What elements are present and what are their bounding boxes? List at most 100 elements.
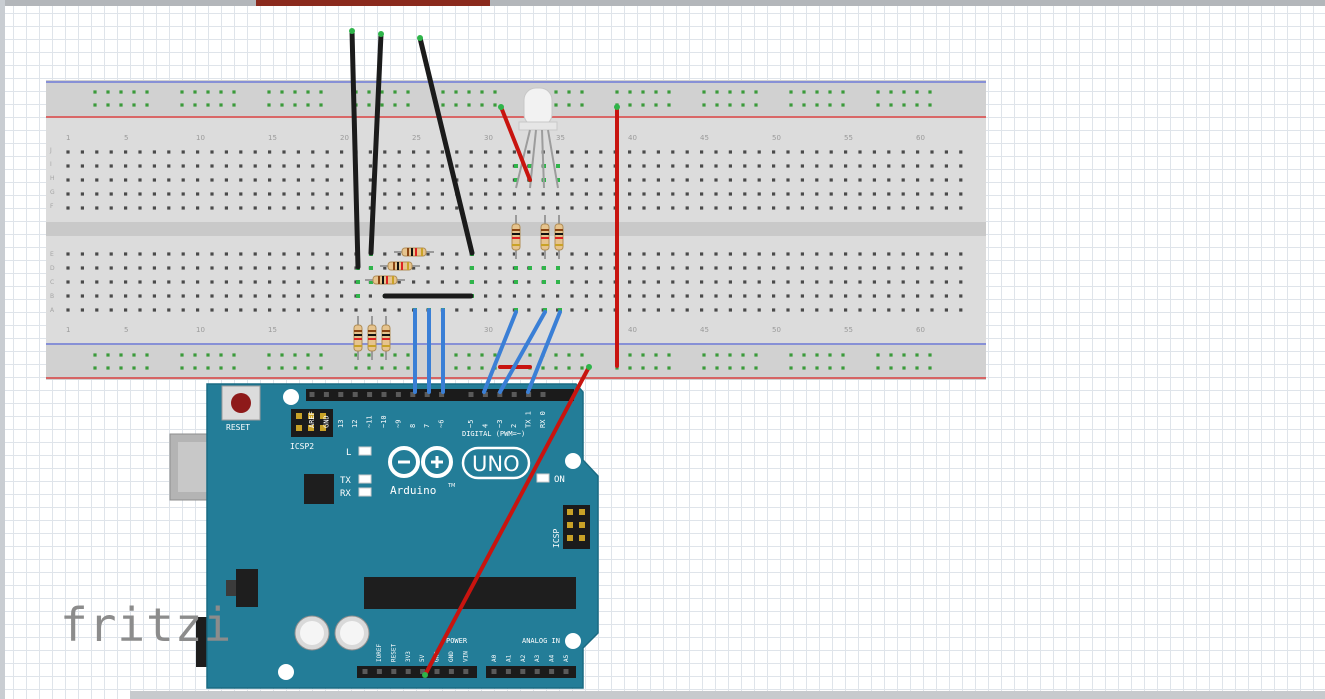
rail-hole [789, 353, 793, 357]
breadboard-hole [570, 294, 574, 298]
breadboard-hole [484, 150, 488, 154]
breadboard-hole [656, 266, 660, 270]
power-pin[interactable] [434, 669, 440, 674]
breadboard-hole [642, 308, 646, 312]
power-pin[interactable] [448, 669, 454, 674]
rail-hole [567, 366, 571, 370]
breadboard-hole [469, 192, 473, 196]
rail-hole [493, 90, 497, 94]
breadboard-hole [383, 150, 387, 154]
breadboard-hole [412, 192, 416, 196]
breadboard-hole [844, 280, 848, 284]
digital-pin[interactable] [381, 392, 387, 397]
breadboard-hole [138, 164, 142, 168]
power-pin-label: GND [448, 651, 455, 662]
digital-pin[interactable] [367, 392, 373, 397]
power-pin[interactable] [376, 669, 382, 674]
breadboard-hole [239, 206, 243, 210]
breadboard-hole [685, 280, 689, 284]
rail-hole [928, 103, 932, 107]
breadboard-hole [340, 280, 344, 284]
breadboard-hole [152, 178, 156, 182]
horizontal-scrollbar[interactable] [130, 691, 1325, 699]
reset-button-cap[interactable] [231, 393, 251, 413]
breadboard-hole [412, 164, 416, 168]
rail-hole [567, 103, 571, 107]
arduino-uno-board[interactable]: RESET ICSP2 L TX RX ON UNO Arduino TM IC… [169, 383, 599, 689]
digital-pin[interactable] [338, 392, 344, 397]
digital-pin-label: ~5 [467, 420, 475, 428]
breadboard-hole [383, 252, 387, 256]
resistor-band [368, 330, 376, 332]
breadboard-hole [671, 178, 675, 182]
analog-pin[interactable] [563, 669, 569, 674]
breadboard-hole [181, 308, 185, 312]
power-pin[interactable] [391, 669, 397, 674]
rail-hole [789, 103, 793, 107]
breadboard-hole [181, 280, 185, 284]
breadboard-hole [325, 192, 329, 196]
power-pin[interactable] [362, 669, 368, 674]
breadboard-hole [728, 206, 732, 210]
breadboard-hole [901, 252, 905, 256]
row-label-h: H [50, 175, 55, 182]
digital-pin[interactable] [468, 392, 474, 397]
rail-hole [106, 366, 110, 370]
breadboard-hole [656, 252, 660, 256]
rail-hole [741, 353, 745, 357]
analog-pin[interactable] [520, 669, 526, 674]
circuit-canvas[interactable]: 1 5 10 15 20 25 30 35 40 45 50 55 60 1 5… [0, 0, 1325, 699]
rail-hole [367, 366, 371, 370]
analog-pin[interactable] [505, 669, 511, 674]
digital-pin-label: ~3 [496, 420, 504, 428]
breadboard-hole [80, 192, 84, 196]
breadboard-hole [268, 266, 272, 270]
rail-hole [306, 90, 310, 94]
rail-hole [319, 353, 323, 357]
digital-pin[interactable] [395, 392, 401, 397]
breadboard-hole [181, 164, 185, 168]
rail-hole [828, 353, 832, 357]
breadboard-hole [167, 178, 171, 182]
breadboard-hole [916, 150, 920, 154]
breadboard-hole [916, 178, 920, 182]
breadboard-hole [196, 150, 200, 154]
power-pin[interactable] [463, 669, 469, 674]
breadboard-hole [584, 206, 588, 210]
breadboard-hole [959, 280, 963, 284]
breadboard-hole [570, 178, 574, 182]
analog-pin[interactable] [534, 669, 540, 674]
breadboard-hole [786, 150, 790, 154]
breadboard-hole [858, 252, 862, 256]
rail-hole [876, 353, 880, 357]
rail-hole [876, 366, 880, 370]
breadboard-hole [239, 280, 243, 284]
breadboard-hole [469, 178, 473, 182]
rail-hole [715, 103, 719, 107]
analog-pin[interactable] [549, 669, 555, 674]
digital-pin[interactable] [309, 392, 315, 397]
digital-pin[interactable] [540, 392, 546, 397]
breadboard-hole [858, 178, 862, 182]
breadboard-hole [844, 266, 848, 270]
rail-hole [641, 90, 645, 94]
breadboard-hole [570, 206, 574, 210]
breadboard-hole [498, 266, 502, 270]
rail-hole [306, 103, 310, 107]
rail-hole [628, 90, 632, 94]
breadboard-hole [786, 164, 790, 168]
breadboard-hole [239, 164, 243, 168]
digital-pin[interactable] [352, 392, 358, 397]
digital-pin[interactable] [323, 392, 329, 397]
rail-hole [554, 103, 558, 107]
breadboard-hole [872, 206, 876, 210]
digital-pin[interactable] [511, 392, 517, 397]
bottom-header-pins[interactable] [362, 669, 569, 674]
breadboard-hole [210, 192, 214, 196]
breadboard-hole [671, 294, 675, 298]
power-pin[interactable] [405, 669, 411, 674]
rail-hole [467, 366, 471, 370]
analog-pin[interactable] [491, 669, 497, 674]
breadboard-hole [124, 178, 128, 182]
rail-hole [180, 366, 184, 370]
